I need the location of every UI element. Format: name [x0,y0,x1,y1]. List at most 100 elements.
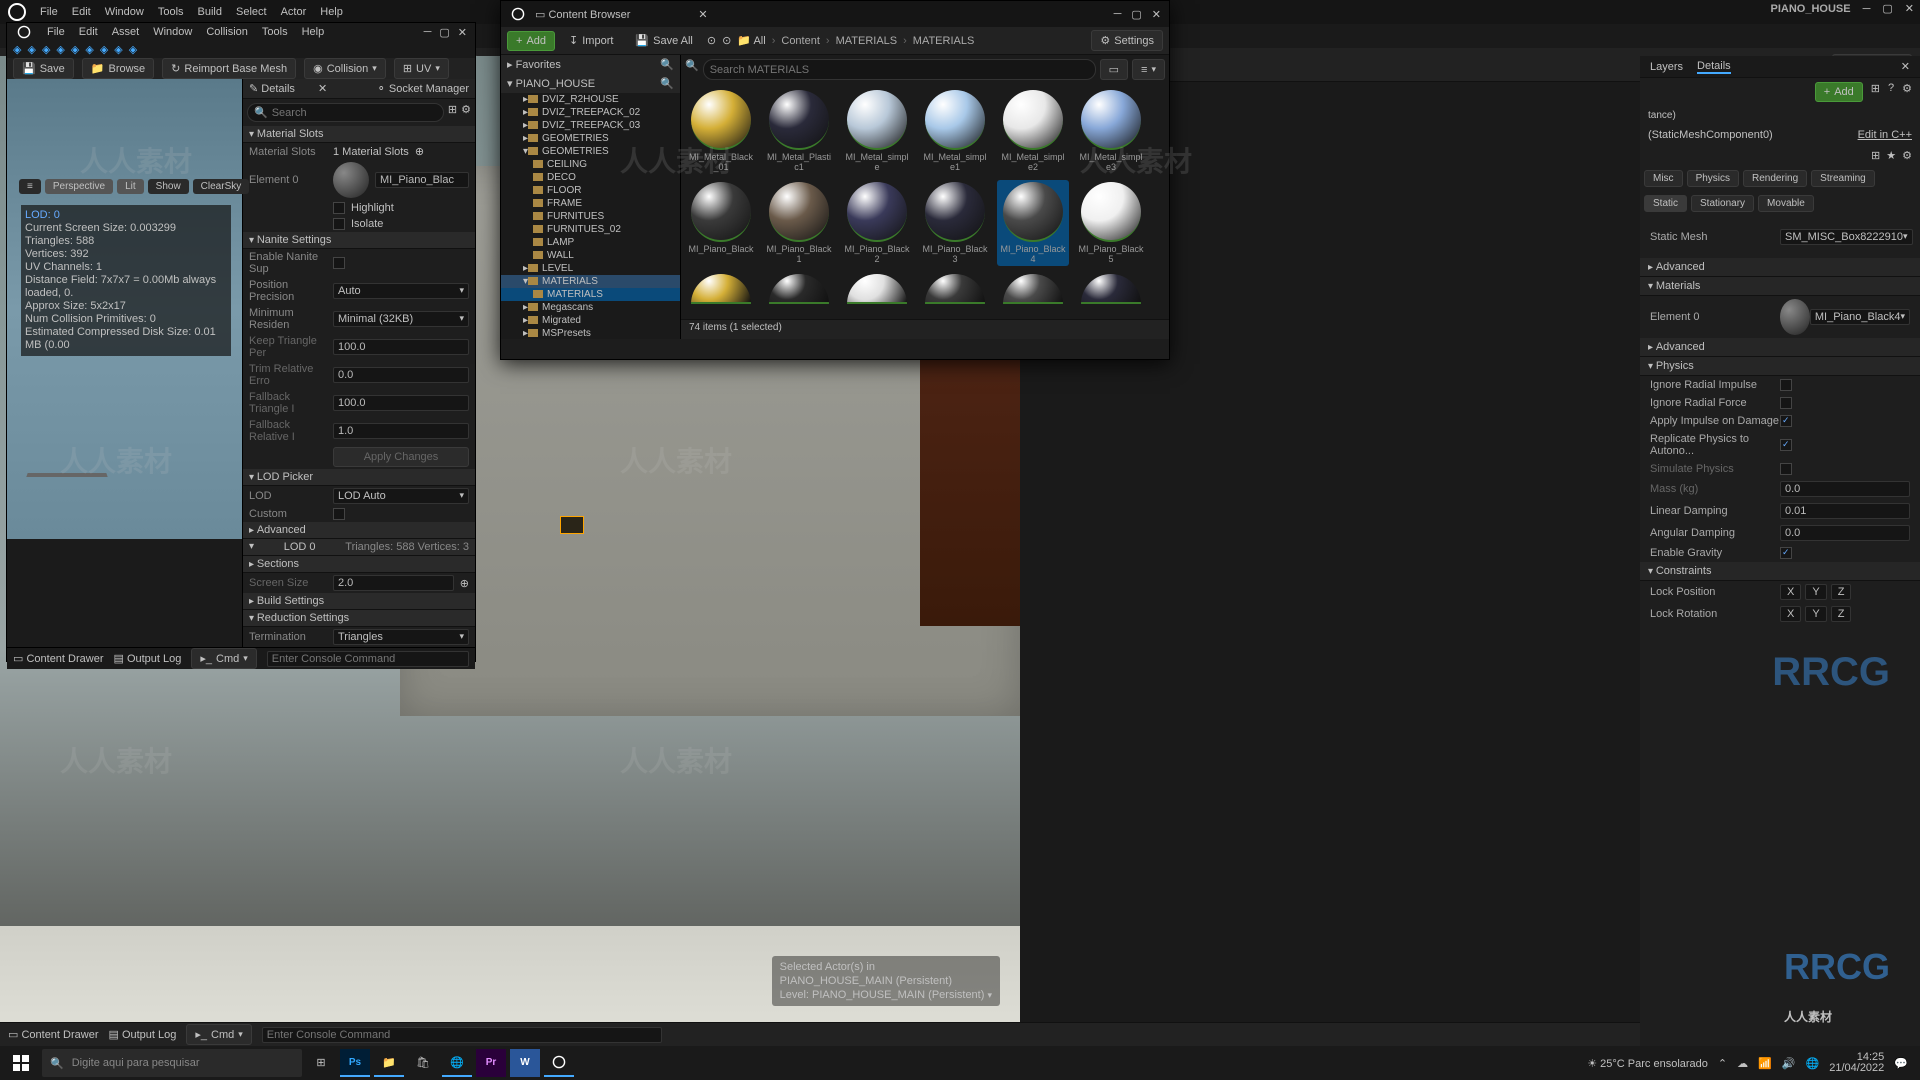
close-details-icon[interactable]: ✕ [1901,60,1910,73]
chk-ignore-rad-imp[interactable] [1780,379,1792,391]
search-fav-icon[interactable]: 🔍 [660,58,674,71]
me-collision-dropdown[interactable]: ◉ Collision▾ [304,58,386,79]
cb-close-tab[interactable]: ✕ [698,8,707,21]
cb-add-button[interactable]: + Add [507,31,555,51]
static-mesh-dropdown[interactable]: SM_MISC_Box8222910▾ [1780,229,1913,245]
tree-folder[interactable]: ▸Migrated [501,314,680,327]
chk-isolate[interactable] [333,218,345,230]
section-material-slots[interactable]: ▾ Material Slots [243,126,475,143]
material-dropdown[interactable]: MI_Piano_Black4▾ [1810,309,1910,325]
section-nanite[interactable]: ▾ Nanite Settings [243,232,475,249]
mat-thumb[interactable] [333,162,369,198]
window-close-icon[interactable]: ✕ [1905,2,1914,15]
chk-highlight[interactable] [333,202,345,214]
tree-folder[interactable]: FURNITUES [501,210,680,223]
tree-folder-selected[interactable]: MATERIALS [501,288,680,301]
cmd-dropdown[interactable]: ▸_ Cmd ▾ [186,1024,251,1045]
inp-mass[interactable]: 0.0 [1780,481,1910,497]
pill-rendering[interactable]: Rendering [1743,170,1807,187]
console-input[interactable] [262,1027,662,1043]
asset-thumbnail[interactable]: MI_Metal_Black_01 [685,88,757,174]
tray-sound-icon[interactable]: 🔊 [1782,1057,1796,1070]
cb-filter-button[interactable]: ▭ [1100,59,1128,80]
me-max-icon[interactable]: ▢ [439,26,449,39]
filter-icon[interactable]: ⚙ [1902,149,1912,162]
taskbar-photoshop[interactable]: Ps [340,1049,370,1077]
asset-thumbnail[interactable]: MI_Piano_Black1 [763,180,835,266]
favorite-icon[interactable]: ★ [1886,149,1896,162]
vp-menu-button[interactable]: ≡ [19,179,41,194]
tree-folder[interactable]: FLOOR [501,184,680,197]
dd-min-res[interactable]: Minimal (32KB)▾ [333,311,469,327]
asset-thumbnail[interactable]: MI_Piano_Black3 [919,180,991,266]
inp-lin-damp[interactable]: 0.01 [1780,503,1910,519]
me-menu-file[interactable]: File [47,26,65,38]
menu-select[interactable]: Select [236,6,267,18]
tree-folder[interactable]: ▸DVIZ_TREEPACK_03 [501,119,680,132]
settings-icon[interactable]: ⚙ [1902,82,1912,102]
menu-build[interactable]: Build [198,6,222,18]
cb-import-button[interactable]: ↧ Import [561,31,621,50]
chk-simulate[interactable] [1780,463,1792,475]
cb-search-input[interactable] [710,64,1089,76]
grid-view-icon[interactable]: ⊞ [1871,149,1880,162]
me-console-input[interactable] [267,651,469,667]
cb-nav-back[interactable]: ⊙ [707,34,716,47]
tree-folder[interactable]: FRAME [501,197,680,210]
cb-min-icon[interactable]: ─ [1114,8,1122,21]
section-lod-picker[interactable]: ▾ LOD Picker [243,469,475,486]
taskbar-chrome[interactable]: 🌐 [442,1049,472,1077]
asset-thumbnail[interactable]: MI_Metal_simple2 [997,88,1069,174]
asset-thumbnail[interactable]: MI_Piano_Black2 [841,180,913,266]
chk-custom[interactable] [333,508,345,520]
section-advanced[interactable]: ▸ Advanced [243,522,475,539]
vp-lit[interactable]: Lit [117,179,144,194]
search-proj-icon[interactable]: 🔍 [660,77,674,90]
taskbar-search[interactable]: 🔍 Digite aqui para pesquisar [42,1049,302,1077]
weather-widget[interactable]: ☀ 25°C Parc ensolarado [1587,1057,1708,1070]
vp-perspective[interactable]: Perspective [45,179,113,194]
tray-clock[interactable]: 14:2521/04/2022 [1829,1052,1884,1074]
me-menu-collision[interactable]: Collision [206,26,248,38]
pill-physics[interactable]: Physics [1687,170,1739,187]
asset-thumbnail[interactable] [919,272,991,308]
section-materials[interactable]: ▾ Materials [1640,277,1920,296]
vp-show[interactable]: Show [148,179,189,194]
pill-streaming[interactable]: Streaming [1811,170,1875,187]
apply-changes-button[interactable]: Apply Changes [333,447,469,467]
cb-nav-fwd[interactable]: ⊙ [722,34,731,47]
me-close-icon[interactable]: ✕ [458,26,467,39]
vp-clearlsky[interactable]: ClearSky [193,179,250,194]
add-component-button[interactable]: + Add [1815,82,1863,102]
asset-thumbnail[interactable]: MI_Metal_simple [841,88,913,174]
menu-tools[interactable]: Tools [158,6,184,18]
me-menu-window[interactable]: Window [153,26,192,38]
lock-rot-y[interactable]: Y [1805,606,1826,622]
asset-thumbnail[interactable]: MI_Metal_simple1 [919,88,991,174]
tab-details[interactable]: Details [1697,60,1731,74]
tab-layers[interactable]: Layers [1650,61,1683,73]
me-uv-dropdown[interactable]: ⊞ UV▾ [394,58,449,79]
me-output-log[interactable]: ▤ Output Log [114,652,182,665]
lock-pos-z[interactable]: Z [1831,584,1852,600]
tree-folder[interactable]: ▸GEOMETRIES [501,132,680,145]
me-cmd-dropdown[interactable]: ▸_ Cmd ▾ [191,648,256,669]
menu-window[interactable]: Window [105,6,144,18]
me-menu-asset[interactable]: Asset [112,26,140,38]
asset-thumbnail[interactable] [1075,272,1147,308]
mobility-static[interactable]: Static [1644,195,1687,212]
section-physics[interactable]: ▾ Physics [1640,357,1920,376]
tree-folder[interactable]: WALL [501,249,680,262]
tree-folder[interactable]: ▸DVIZ_R2HOUSE [501,93,680,106]
taskbar-explorer[interactable]: 📁 [374,1049,404,1077]
cb-settings-button[interactable]: ⚙ Settings [1091,30,1163,51]
me-reimport-button[interactable]: ↻ Reimport Base Mesh [162,58,296,79]
asset-thumbnail[interactable]: MI_Piano_Black5 [1075,180,1147,266]
output-log-toggle[interactable]: ▤ Output Log [109,1028,177,1041]
asset-thumbnail[interactable] [997,272,1069,308]
asset-thumbnail[interactable] [685,272,757,308]
cb-view-options[interactable]: ≡▾ [1132,59,1165,80]
asset-thumbnail[interactable]: MI_Piano_Black4 [997,180,1069,266]
crumb-materials-sub[interactable]: MATERIALS [913,35,975,47]
grid-icon[interactable]: ⊞ [1871,82,1880,102]
